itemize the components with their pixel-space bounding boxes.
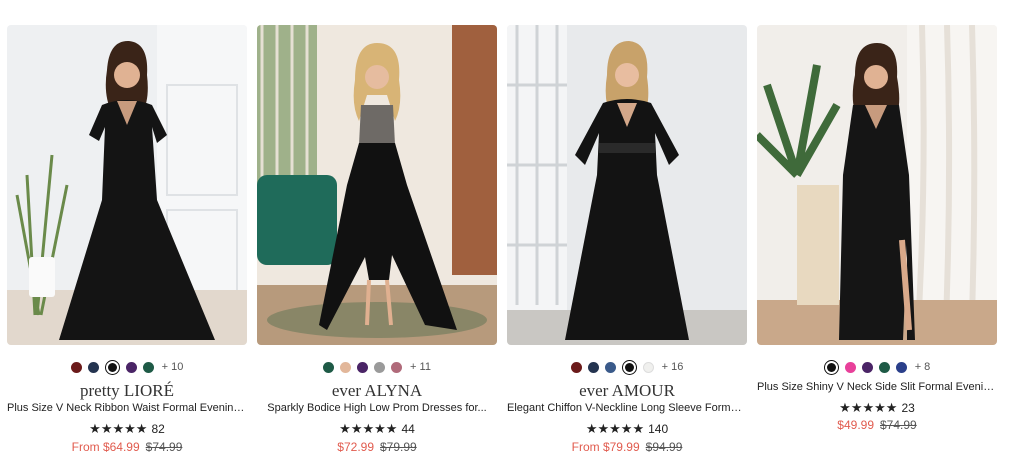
product-title[interactable]: Plus Size Shiny V Neck Side Slit Formal …	[757, 381, 997, 393]
product-card[interactable]: + 8 Plus Size Shiny V Neck Side Slit For…	[757, 0, 1007, 453]
rating: ★★★★★ 140	[507, 421, 747, 437]
sale-price: From $64.99	[71, 440, 140, 454]
product-image[interactable]	[507, 25, 747, 345]
color-swatch-2[interactable]	[844, 361, 856, 373]
color-swatch-5[interactable]	[642, 361, 654, 373]
more-colors-link[interactable]: + 10	[162, 361, 184, 373]
review-count: 140	[648, 422, 669, 436]
color-swatch-5[interactable]	[895, 361, 907, 373]
color-swatches: + 10	[7, 358, 247, 376]
color-swatch-2[interactable]	[87, 361, 99, 373]
brand-name[interactable]: ever ALYNA	[257, 381, 497, 401]
sale-price: $72.99	[337, 440, 374, 454]
more-colors-link[interactable]: + 11	[410, 361, 431, 373]
rating: ★★★★★ 23	[757, 400, 997, 416]
original-price: $74.99	[880, 418, 917, 432]
original-price: $94.99	[645, 440, 683, 454]
product-title[interactable]: Elegant Chiffon V-Neckline Long Sleeve F…	[507, 402, 747, 414]
star-rating-icon: ★★★★★	[89, 421, 148, 436]
dress-photo-icon	[7, 25, 247, 345]
color-swatch-4[interactable]	[374, 361, 386, 373]
rating: ★★★★★ 82	[7, 421, 247, 437]
dress-photo-icon	[757, 25, 997, 345]
color-swatch-4[interactable]	[878, 361, 890, 373]
product-title[interactable]: Sparkly Bodice High Low Prom Dresses for…	[257, 402, 497, 414]
sale-price: From $79.99	[571, 440, 640, 454]
color-swatches: + 11	[257, 358, 497, 376]
review-count: 23	[901, 401, 915, 415]
sale-price: $49.99	[837, 418, 874, 432]
color-swatch-3-selected[interactable]	[104, 359, 120, 375]
color-swatch-2[interactable]	[587, 361, 599, 373]
color-swatch-2[interactable]	[340, 361, 352, 373]
color-swatch-3[interactable]	[357, 361, 369, 373]
product-image[interactable]	[257, 25, 497, 345]
rating: ★★★★★ 44	[257, 421, 497, 437]
review-count: 82	[151, 422, 165, 436]
color-swatches: + 16	[507, 358, 747, 376]
more-colors-link[interactable]: + 8	[915, 361, 931, 373]
product-card[interactable]: + 11 ever ALYNA Sparkly Bodice High Low …	[257, 0, 507, 454]
color-swatch-1-selected[interactable]	[823, 359, 839, 375]
star-rating-icon: ★★★★★	[339, 421, 398, 436]
original-price: $74.99	[145, 440, 183, 454]
star-rating-icon: ★★★★★	[585, 421, 645, 436]
original-price: $79.99	[380, 440, 417, 454]
product-grid: + 10 pretty LIORÉ Plus Size V Neck Ribbo…	[0, 0, 1024, 454]
price-block: $49.99 $74.99	[757, 418, 997, 432]
color-swatches: + 8	[757, 358, 997, 376]
color-swatch-3[interactable]	[861, 361, 873, 373]
product-card[interactable]: + 16 ever AMOUR Elegant Chiffon V-Neckli…	[507, 0, 757, 454]
review-count: 44	[401, 422, 415, 436]
product-title[interactable]: Plus Size V Neck Ribbon Waist Formal Eve…	[7, 402, 247, 414]
dress-photo-icon	[257, 25, 497, 345]
color-swatch-5[interactable]	[391, 361, 403, 373]
price-block: $72.99 $79.99	[257, 440, 497, 454]
color-swatch-4-selected[interactable]	[621, 359, 637, 375]
brand-name[interactable]: ever AMOUR	[507, 381, 747, 401]
color-swatch-4[interactable]	[125, 361, 137, 373]
more-colors-link[interactable]: + 16	[662, 361, 684, 373]
brand-name[interactable]: pretty LIORÉ	[7, 381, 247, 401]
color-swatch-3[interactable]	[604, 361, 616, 373]
product-card[interactable]: + 10 pretty LIORÉ Plus Size V Neck Ribbo…	[7, 0, 257, 454]
price-block: From $64.99 $74.99	[7, 440, 247, 454]
star-rating-icon: ★★★★★	[839, 400, 898, 415]
color-swatch-1[interactable]	[70, 361, 82, 373]
product-image[interactable]	[7, 25, 247, 345]
color-swatch-1[interactable]	[323, 361, 335, 373]
color-swatch-5[interactable]	[142, 361, 154, 373]
dress-photo-icon	[507, 25, 747, 345]
price-block: From $79.99 $94.99	[507, 440, 747, 454]
color-swatch-1[interactable]	[570, 361, 582, 373]
product-image[interactable]	[757, 25, 997, 345]
